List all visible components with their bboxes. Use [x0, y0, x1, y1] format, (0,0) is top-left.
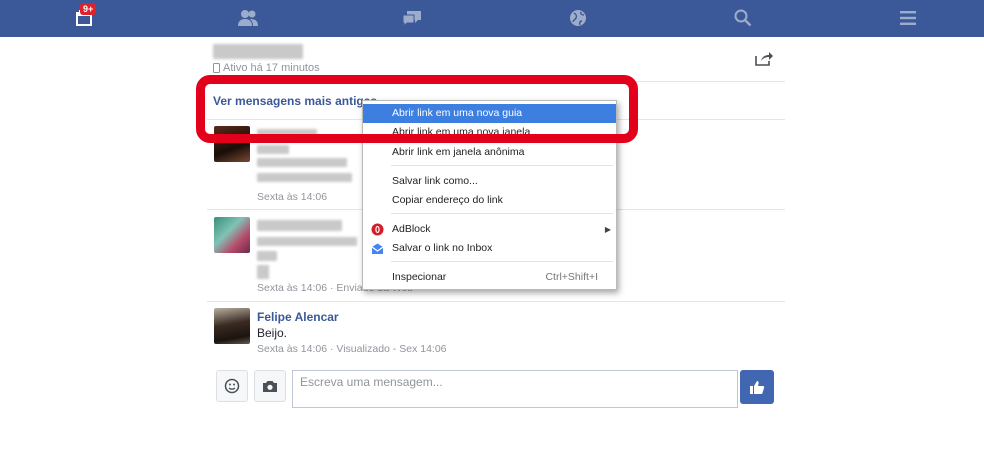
message-timestamp: Sexta às 14:06 [257, 191, 328, 203]
sender-name-blurred [257, 129, 317, 141]
menu-item-label: AdBlock [392, 223, 431, 235]
mobile-icon [213, 63, 220, 73]
menu-item-inspect[interactable]: Inspecionar Ctrl+Shift+I [363, 268, 616, 287]
menu-icon [900, 11, 916, 25]
globe-button[interactable] [566, 6, 590, 30]
submenu-arrow-icon: ▶ [604, 225, 611, 234]
notification-badge: 9+ [80, 3, 97, 15]
menu-item-save-link-as[interactable]: Salvar link como... [363, 172, 616, 191]
avatar[interactable] [214, 308, 250, 344]
message-text-blurred [257, 158, 347, 167]
search-icon [734, 9, 752, 27]
photo-button[interactable] [254, 370, 286, 402]
menu-item-open-new-tab[interactable]: Abrir link em uma nova guia [363, 104, 616, 123]
camera-icon [263, 381, 277, 392]
menu-divider [391, 261, 613, 262]
friends-button[interactable] [236, 6, 260, 30]
top-navigation-bar: 9+ [0, 0, 984, 37]
menu-item-label: Inspecionar [392, 271, 447, 283]
inbox-icon [371, 243, 384, 254]
older-messages-link[interactable]: Ver mensagens mais antigas [213, 94, 377, 108]
avatar[interactable] [214, 217, 250, 253]
menu-item-open-new-window[interactable]: Abrir link em uma nova janela [363, 123, 616, 142]
sender-name-blurred [257, 220, 342, 231]
context-menu: Abrir link em uma nova guia Abrir link e… [362, 100, 617, 290]
share-button[interactable] [755, 51, 773, 71]
notifications-button[interactable]: 9+ [72, 3, 97, 30]
search-button[interactable] [731, 6, 755, 30]
menu-divider [391, 165, 613, 166]
globe-icon [570, 10, 586, 26]
active-status-text: Ativo há 17 minutos [223, 62, 320, 74]
friends-icon [238, 10, 258, 26]
message-composer: Escreva uma mensagem... [207, 368, 785, 408]
menu-item-adblock[interactable]: AdBlock ▶ [363, 220, 616, 239]
message-text-blurred [257, 265, 269, 279]
menu-item-label: Salvar o link no Inbox [392, 242, 493, 254]
message-text-blurred [257, 173, 352, 182]
menu-shortcut: Ctrl+Shift+I [545, 271, 598, 283]
menu-button[interactable] [896, 6, 920, 30]
messages-button[interactable] [400, 6, 424, 30]
thumbs-up-icon [750, 381, 765, 394]
contact-name-blurred [213, 44, 303, 59]
messages-icon [402, 11, 421, 27]
avatar[interactable] [214, 126, 250, 162]
divider [207, 301, 785, 302]
active-status: Ativo há 17 minutos [213, 62, 320, 74]
adblock-icon [371, 223, 384, 236]
divider [207, 81, 785, 82]
message-timestamp: Sexta às 14:06 · Visualizado - Sex 14:06 [257, 343, 447, 355]
message-input[interactable]: Escreva uma mensagem... [292, 370, 738, 408]
message-text-blurred [257, 237, 357, 246]
message-text-blurred [257, 145, 289, 154]
menu-item-save-to-inbox[interactable]: Salvar o link no Inbox [363, 239, 616, 258]
menu-divider [391, 213, 613, 214]
menu-item-copy-link-address[interactable]: Copiar endereço do link [363, 191, 616, 210]
message-text: Beijo. [257, 326, 288, 340]
like-button[interactable] [740, 370, 774, 404]
message-text-blurred [257, 251, 277, 261]
sender-name[interactable]: Felipe Alencar [257, 310, 339, 324]
share-icon [755, 52, 773, 66]
menu-item-open-incognito[interactable]: Abrir link em janela anônima [363, 143, 616, 162]
emoji-button[interactable] [216, 370, 248, 402]
smiley-icon [224, 378, 240, 394]
